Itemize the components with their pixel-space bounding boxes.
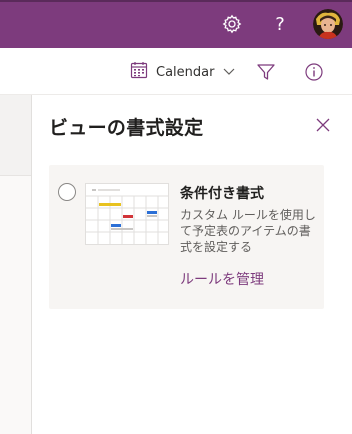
avatar[interactable] [313, 9, 343, 39]
calendar-view-label: Calendar [156, 64, 215, 80]
conditional-formatting-option[interactable]: 条件付き書式 カスタム ルールを使用して予定表のアイテムの書式を設定する ルール… [49, 165, 324, 309]
info-icon[interactable] [304, 62, 324, 82]
option-description: カスタム ルールを使用して予定表のアイテムの書式を設定する [180, 208, 316, 254]
format-view-panel: ビューの書式設定 条件付き書式 カスタム ルールを使用して予定表のアイテムの書式… [33, 95, 352, 434]
manage-rules-link[interactable]: ルールを管理 [180, 269, 264, 289]
close-icon[interactable] [313, 115, 333, 135]
gear-icon[interactable] [221, 13, 243, 35]
calendar-view-dropdown[interactable]: Calendar [130, 61, 236, 83]
command-bar: Calendar [0, 48, 352, 95]
calendar-icon [130, 61, 148, 83]
option-radio[interactable] [58, 183, 76, 201]
app-header: ? [0, 0, 352, 48]
help-icon[interactable]: ? [269, 13, 291, 35]
option-title: 条件付き書式 [180, 186, 264, 202]
calendar-background [0, 95, 32, 434]
calendar-grid-edge [0, 175, 31, 434]
filter-icon[interactable] [256, 62, 276, 82]
panel-title: ビューの書式設定 [49, 117, 204, 139]
chevron-down-icon [222, 63, 236, 82]
header-accent-line [0, 0, 352, 2]
calendar-preview-thumbnail [85, 183, 169, 245]
